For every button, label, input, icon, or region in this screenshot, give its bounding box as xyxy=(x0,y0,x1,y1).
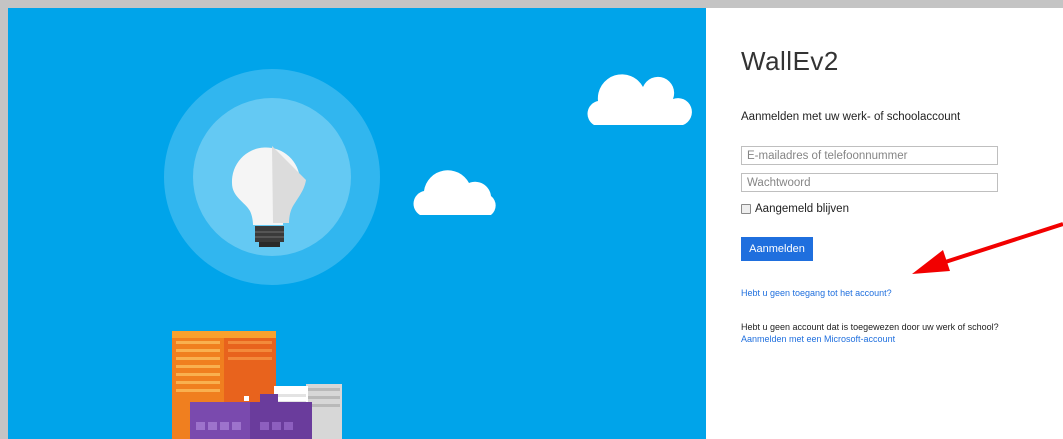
signin-subtitle: Aanmelden met uw werk- of schoolaccount xyxy=(741,111,961,123)
window-top-border xyxy=(0,0,1063,8)
remember-me-option[interactable]: Aangemeld blijven xyxy=(741,202,849,216)
password-field[interactable] xyxy=(741,173,998,192)
cloud-icon xyxy=(413,74,692,215)
window-left-border xyxy=(0,0,8,439)
building-icon xyxy=(172,331,342,439)
email-field[interactable] xyxy=(741,146,998,165)
microsoft-account-link[interactable]: Aanmelden met een Microsoft-account xyxy=(741,334,895,344)
remember-me-checkbox[interactable] xyxy=(741,204,751,214)
app-name: WallEv2 xyxy=(741,46,839,76)
forgot-access-link[interactable]: Hebt u geen toegang tot het account? xyxy=(741,288,892,298)
no-account-text: Hebt u geen account dat is toegewezen do… xyxy=(741,322,999,332)
remember-me-label: Aangemeld blijven xyxy=(755,203,849,215)
hero-illustration xyxy=(8,8,706,439)
signin-button[interactable]: Aanmelden xyxy=(741,237,813,261)
lightbulb-icon xyxy=(164,69,380,285)
signin-panel: WallEv2 Aanmelden met uw werk- of school… xyxy=(706,8,1063,439)
